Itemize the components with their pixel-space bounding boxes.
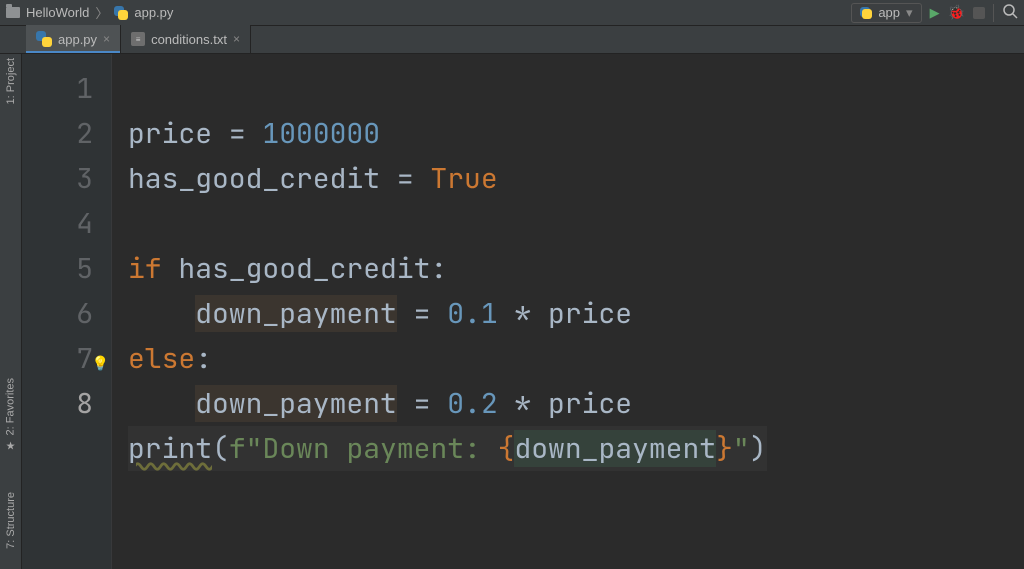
line-number: 1: [22, 66, 93, 111]
line-number: 6: [22, 291, 93, 336]
close-icon[interactable]: ×: [103, 32, 110, 46]
chevron-down-icon: ▾: [906, 5, 913, 21]
chevron-right-icon: 〉: [95, 3, 108, 22]
code-line: down_payment = 0.1 * price: [128, 291, 767, 336]
line-number: 8: [22, 381, 93, 426]
code-line: has_good_credit = True: [128, 156, 767, 201]
tab-label: app.py: [58, 32, 97, 47]
python-file-icon: [114, 6, 128, 20]
tab-conditions-txt[interactable]: ≡ conditions.txt ×: [121, 25, 251, 53]
folder-icon: [6, 7, 20, 18]
tool-tab-structure[interactable]: 7: Structure: [5, 492, 17, 549]
bulb-icon[interactable]: 💡: [92, 342, 109, 387]
code-line: print(f"Down payment: {down_payment}"): [128, 426, 767, 471]
line-number: 5: [22, 246, 93, 291]
gutter: 1 2 3 4 5 6 7 8 💡: [22, 54, 112, 569]
line-number: 3: [22, 156, 93, 201]
run-config-combo[interactable]: app ▾: [851, 3, 921, 23]
code-line: if has_good_credit:: [128, 246, 767, 291]
divider: [993, 4, 994, 22]
python-file-icon: [36, 31, 52, 47]
tool-tab-project[interactable]: 1: Project: [5, 58, 17, 104]
python-file-icon: [860, 7, 872, 19]
code-editor[interactable]: 1 2 3 4 5 6 7 8 💡 price = 1000000has_goo…: [22, 54, 1024, 569]
top-bar: HelloWorld 〉 app.py app ▾ ▶ 🐞: [0, 0, 1024, 26]
text-file-icon: ≡: [131, 32, 145, 46]
breadcrumb-project[interactable]: HelloWorld: [26, 5, 89, 20]
run-toolbar: app ▾ ▶ 🐞: [851, 3, 1018, 23]
run-config-label: app: [878, 5, 900, 20]
code-line: [128, 201, 767, 246]
tool-tab-favorites[interactable]: ★ 2: Favorites: [4, 378, 17, 452]
code-line: price = 1000000: [128, 111, 767, 156]
line-number: 7: [22, 336, 93, 381]
tab-app-py[interactable]: app.py ×: [26, 25, 121, 53]
line-number: 2: [22, 111, 93, 156]
tool-window-tabs: 1: Project ★ 2: Favorites 7: Structure: [0, 54, 22, 569]
stop-button[interactable]: [973, 7, 985, 19]
code-line: down_payment = 0.2 * price: [128, 381, 767, 426]
run-button[interactable]: ▶: [930, 5, 940, 21]
breadcrumb-file[interactable]: app.py: [134, 5, 173, 20]
code-area[interactable]: price = 1000000has_good_credit = True if…: [112, 54, 767, 569]
tab-label: conditions.txt: [151, 32, 227, 47]
close-icon[interactable]: ×: [233, 32, 240, 46]
search-icon[interactable]: [1002, 3, 1018, 22]
editor-tabs: app.py × ≡ conditions.txt ×: [0, 26, 1024, 54]
debug-button[interactable]: 🐞: [948, 4, 965, 21]
line-number: 4: [22, 201, 93, 246]
star-icon: ★: [4, 439, 17, 452]
breadcrumb[interactable]: HelloWorld 〉 app.py: [6, 3, 173, 22]
code-line: else:: [128, 336, 767, 381]
